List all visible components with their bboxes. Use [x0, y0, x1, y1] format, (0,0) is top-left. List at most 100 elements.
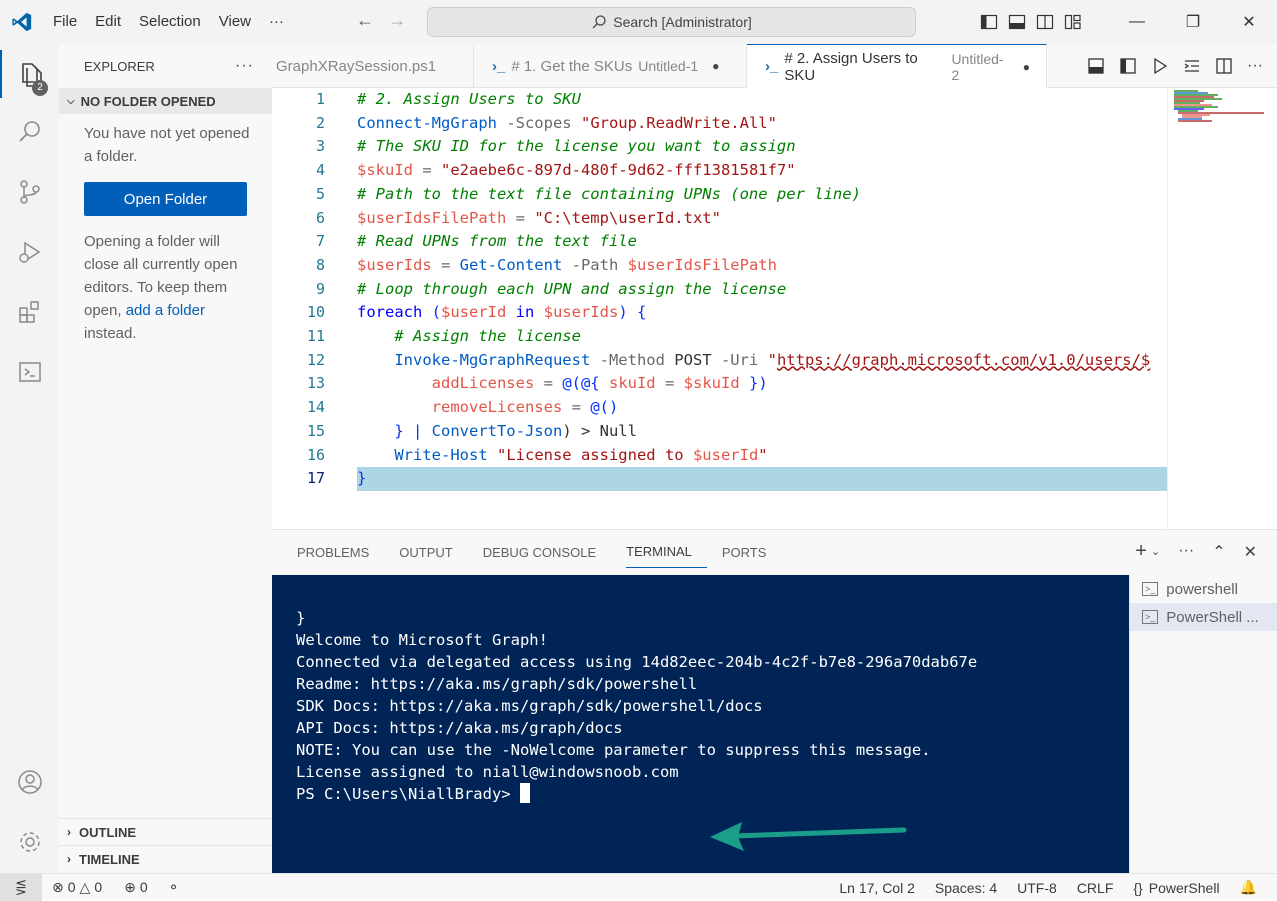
tab-assign-users-to-sku[interactable]: ›_ # 2. Assign Users to SKU Untitled-2 ●	[747, 44, 1047, 88]
terminal-line: License assigned to niall@windowsnoob.co…	[296, 763, 679, 781]
toggle-secondary-sidebar-icon[interactable]	[1036, 13, 1054, 31]
terminal-line: Readme: https://aka.ms/graph/sdk/powersh…	[296, 675, 698, 693]
command-center-search[interactable]: Search [Administrator]	[427, 7, 916, 37]
chevron-right-icon: ›	[67, 825, 71, 839]
menu-more[interactable]: ···	[260, 0, 293, 44]
outline-section-header[interactable]: › OUTLINE	[59, 818, 272, 845]
open-folder-button[interactable]: Open Folder	[84, 182, 247, 216]
panel-tab-strip: PROBLEMS OUTPUT DEBUG CONSOLE TERMINAL P…	[272, 530, 1277, 575]
explorer-badge: 2	[32, 80, 48, 96]
menu-selection[interactable]: Selection	[130, 0, 210, 44]
close-panel-icon[interactable]: ✕	[1244, 542, 1257, 562]
manage-activity[interactable]	[0, 818, 59, 866]
close-window-button[interactable]: ✕	[1221, 0, 1277, 44]
terminal-prompt-line: PS C:\Users\NiallBrady>	[296, 783, 1129, 805]
indentation[interactable]: Spaces: 4	[935, 880, 997, 896]
terminal-output[interactable]: } Welcome to Microsoft Graph! Connected vi…	[272, 575, 1129, 874]
tab-ports[interactable]: PORTS	[722, 530, 782, 575]
source-control-icon	[19, 180, 40, 204]
braces-icon: {}	[1133, 879, 1143, 896]
source-control-activity[interactable]	[0, 168, 59, 216]
terminal-line: }	[296, 609, 306, 627]
add-folder-link[interactable]: add a folder	[126, 302, 205, 319]
code-line: 3 # The SKU ID for the license you want t…	[315, 137, 796, 156]
notifications-bell-icon[interactable]: 🔔	[1240, 879, 1257, 896]
end-of-line[interactable]: CRLF	[1077, 880, 1114, 896]
tab-graphxraysession[interactable]: GraphXRaySession.ps1	[272, 44, 474, 88]
tab-problems[interactable]: PROBLEMS	[297, 530, 384, 575]
code-line: 15 } | ConvertTo-Json) > Null	[306, 421, 637, 440]
panel-more-button[interactable]: ···	[1178, 542, 1194, 562]
search-icon	[592, 15, 606, 29]
remote-indicator[interactable]: ⋚	[0, 873, 42, 901]
problems-status[interactable]: ⊗ 0 △ 0	[52, 879, 102, 896]
extensions-activity[interactable]	[0, 288, 59, 336]
new-terminal-plus-icon[interactable]: +	[1135, 541, 1147, 562]
terminal-icon: >_	[1142, 610, 1159, 624]
editor-more-actions-button[interactable]: ···	[1247, 57, 1263, 75]
restore-button[interactable]: ❐	[1165, 0, 1221, 44]
remote-explorer-activity[interactable]	[0, 348, 59, 396]
back-arrow-icon[interactable]: ←	[356, 10, 374, 31]
code-line: 8 $userIds = Get-Content -Path $userIdsFi…	[315, 255, 777, 274]
tab-terminal[interactable]: TERMINAL	[626, 537, 707, 568]
annotation-arrow-icon	[710, 822, 907, 851]
cursor-position[interactable]: Ln 17, Col 2	[839, 880, 915, 896]
encoding[interactable]: UTF-8	[1017, 880, 1057, 896]
error-count: 0	[67, 879, 76, 895]
sidebar-more-button[interactable]: ···	[235, 57, 254, 75]
editor-tab-bar: GraphXRaySession.ps1 ›_ # 1. Get the SKU…	[272, 44, 1277, 88]
accounts-activity[interactable]	[0, 758, 59, 806]
toggle-primary-sidebar-icon[interactable]	[980, 13, 998, 31]
tab-label: GraphXRaySession.ps1	[276, 57, 437, 75]
run-debug-icon	[18, 241, 40, 263]
live-share-icon[interactable]: ⚬	[168, 879, 180, 896]
tab-debug-console[interactable]: DEBUG CONSOLE	[483, 530, 611, 575]
unsaved-dot-icon[interactable]: ●	[712, 59, 719, 73]
maximize-panel-chevron-up-icon[interactable]: ⌃	[1212, 542, 1225, 562]
search-label: Search [Administrator]	[613, 14, 752, 30]
settings-gear-icon	[19, 832, 40, 852]
search-activity[interactable]	[0, 108, 59, 156]
menu-view[interactable]: View	[210, 0, 260, 44]
terminal-cursor	[519, 783, 530, 803]
chevron-down-icon[interactable]: ⌄	[1151, 542, 1160, 562]
status-bar: ⋚ ⊗ 0 △ 0 ⊕ 0 ⚬ Ln 17, Col 2 Spaces: 4 U…	[0, 873, 1277, 901]
run-debug-activity[interactable]	[0, 228, 59, 276]
code-editor[interactable]: 1 # 2. Assign Users to SKU 2 Connect-MgGra…	[272, 88, 1277, 529]
terminal-line: Connected via delegated access using 14d…	[296, 653, 978, 671]
customize-layout-icon[interactable]	[1064, 13, 1082, 31]
explorer-activity[interactable]: 2	[0, 50, 59, 98]
unsaved-dot-icon[interactable]: ●	[1023, 60, 1030, 74]
bottom-panel: PROBLEMS OUTPUT DEBUG CONSOLE TERMINAL P…	[272, 529, 1277, 874]
minimap[interactable]	[1167, 88, 1277, 529]
warning-icon: △	[79, 878, 91, 895]
code-line: 7 # Read UPNs from the text file	[315, 232, 637, 251]
account-icon	[17, 770, 42, 794]
open-changes-icon[interactable]	[1087, 57, 1105, 75]
menu-bar: File Edit Selection View ···	[44, 0, 293, 44]
toggle-sidebar-icon[interactable]	[1119, 57, 1137, 75]
terminal-item-powershell[interactable]: >_ powershell	[1130, 575, 1277, 603]
split-editor-icon[interactable]	[1215, 57, 1233, 75]
menu-file[interactable]: File	[44, 0, 86, 44]
run-icon[interactable]	[1151, 57, 1169, 75]
run-selection-icon[interactable]	[1183, 57, 1201, 75]
tab-output[interactable]: OUTPUT	[399, 530, 467, 575]
toggle-panel-icon[interactable]	[1008, 13, 1026, 31]
code-line: 16 Write-Host "License assigned to $user…	[306, 445, 768, 464]
forwarded-ports-status[interactable]: ⊕ 0	[124, 879, 148, 896]
forward-arrow-icon[interactable]: →	[388, 10, 406, 31]
menu-edit[interactable]: Edit	[86, 0, 130, 44]
title-bar: File Edit Selection View ··· ← → Search …	[0, 0, 1277, 44]
minimize-button[interactable]: —	[1109, 0, 1165, 44]
tab-get-the-skus[interactable]: ›_ # 1. Get the SKUs Untitled-1 ●	[474, 44, 747, 88]
minimap-preview	[1174, 90, 1264, 122]
no-folder-section-header[interactable]: ⌵ NO FOLDER OPENED	[59, 88, 272, 114]
terminal-item-powershell-active[interactable]: >_ PowerShell ...	[1130, 603, 1277, 631]
timeline-section-header[interactable]: › TIMELINE	[59, 845, 272, 872]
remote-explorer-icon	[18, 362, 41, 382]
terminal-line: API Docs: https://aka.ms/graph/docs	[296, 719, 623, 737]
open-folder-hint: Opening a folder will close all currentl…	[84, 233, 238, 342]
language-mode[interactable]: {} PowerShell	[1133, 880, 1219, 896]
